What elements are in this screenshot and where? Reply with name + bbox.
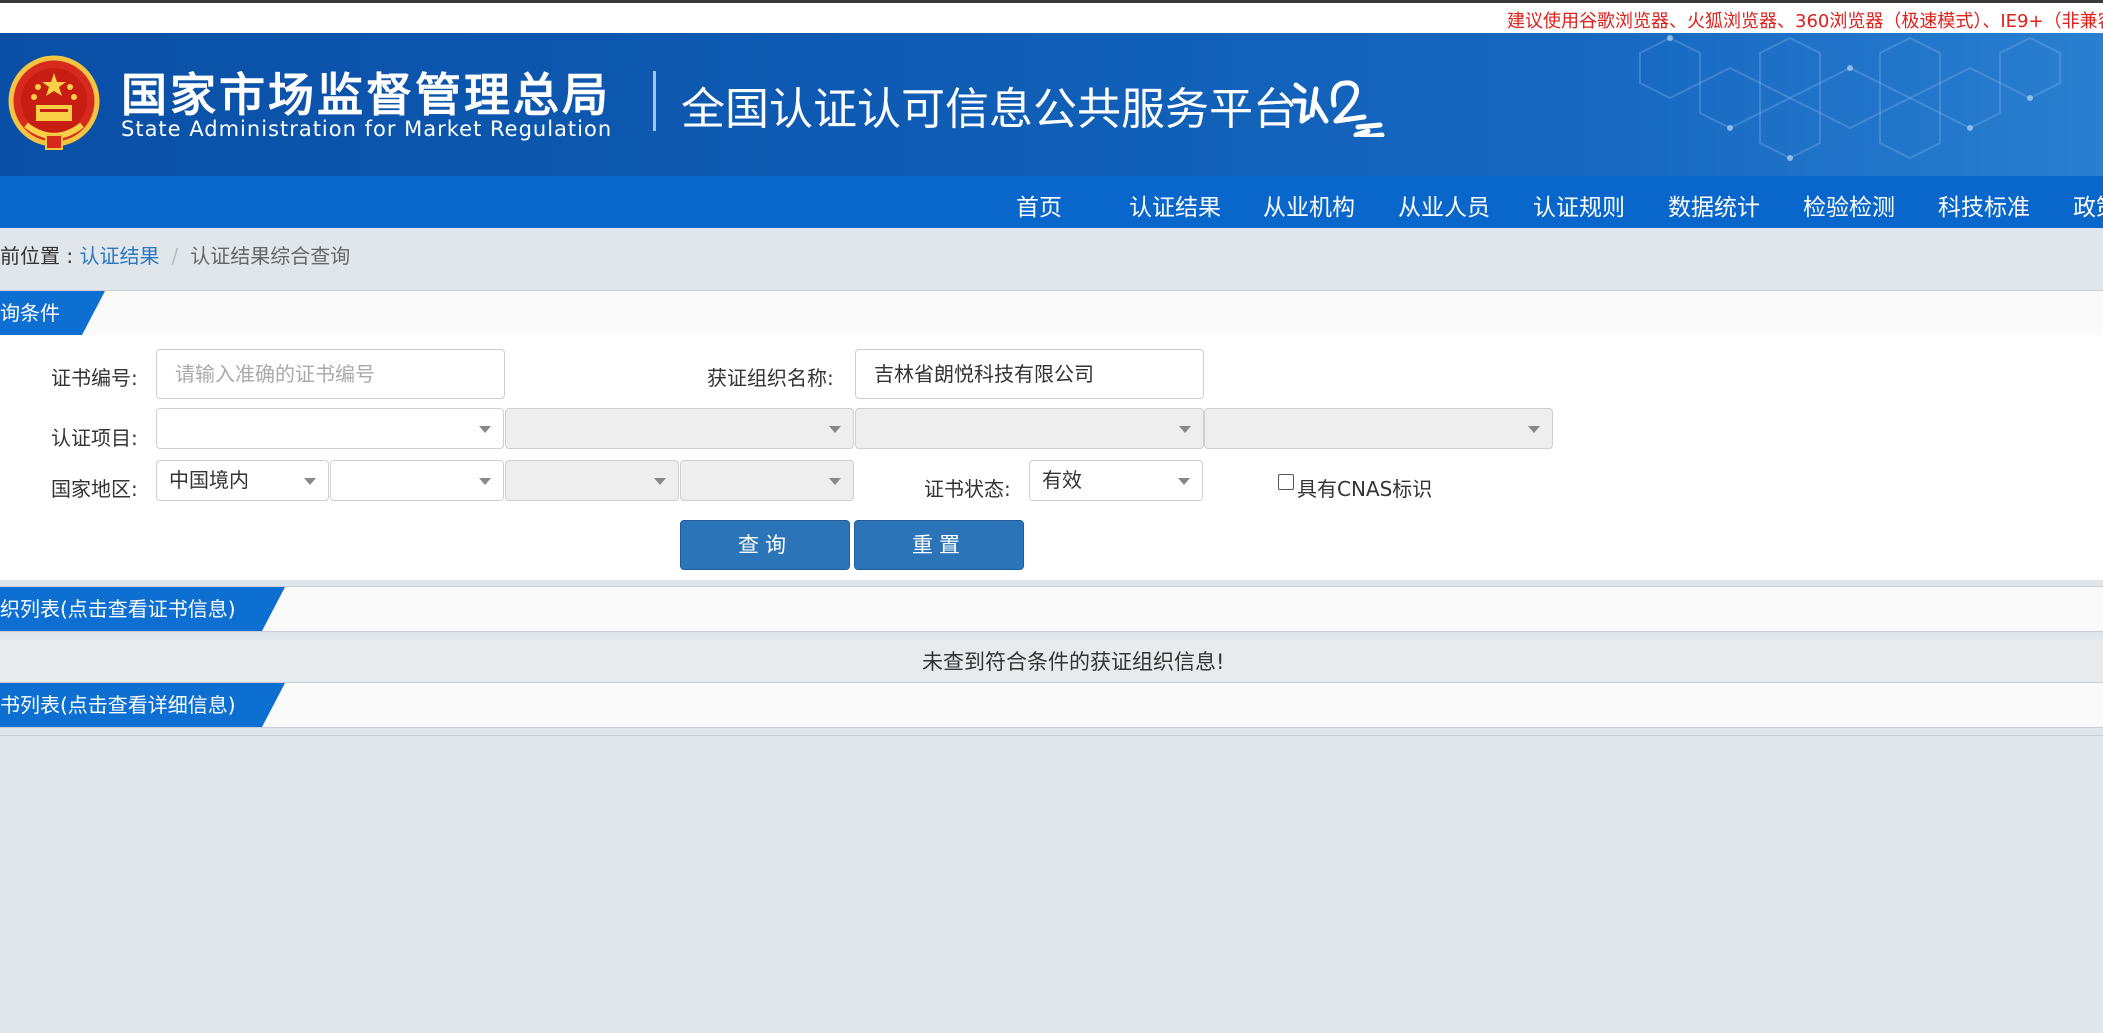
agency-name-en: State Administration for Market Regulati… (121, 117, 613, 141)
chevron-down-icon (1178, 478, 1190, 485)
status-label: 证书状态: (924, 477, 1011, 501)
nav-item-certification-results[interactable]: 认证结果 (1129, 188, 1221, 222)
project-select-2[interactable] (505, 408, 854, 449)
nav-item-institutions[interactable]: 从业机构 (1263, 188, 1355, 222)
cert-no-input[interactable] (156, 349, 505, 399)
region-select-district[interactable] (680, 460, 854, 501)
breadcrumb: 前位置 : 认证结果 / 认证结果综合查询 (0, 240, 350, 269)
chevron-down-icon (654, 478, 666, 485)
org-name-label: 获证组织名称: (707, 366, 834, 390)
chevron-down-icon (304, 478, 316, 485)
region-label: 国家地区: (51, 477, 138, 501)
region-select-city[interactable] (505, 460, 679, 501)
region-select-country[interactable]: 中国境内 (156, 460, 329, 501)
main-navigation: 首页 认证结果 从业机构 从业人员 认证规则 数据统计 检验检测 科技标准 政策 (0, 176, 2103, 228)
chevron-down-icon (479, 478, 491, 485)
header-divider (653, 71, 656, 131)
org-name-input[interactable]: 吉林省朗悦科技有限公司 (855, 349, 1204, 399)
nav-item-home[interactable]: 首页 (1016, 188, 1062, 222)
breadcrumb-prefix: 前位置 : (0, 244, 80, 268)
search-button[interactable]: 查询 (680, 520, 850, 570)
project-label: 认证项目: (51, 426, 138, 450)
cnas-label: 具有CNAS标识 (1297, 477, 1433, 501)
org-list-tag: 织列表(点击查看证书信息) (0, 587, 285, 631)
browser-notice-bar: 建议使用谷歌浏览器、火狐浏览器、360浏览器（极速模式）、IE9+（非兼容 (0, 3, 2103, 33)
national-emblem-icon (8, 55, 100, 150)
breadcrumb-separator: / (171, 244, 179, 268)
chevron-down-icon (829, 478, 841, 485)
org-list-empty-row: 未查到符合条件的获证组织信息! (0, 638, 2103, 683)
org-list-empty-message: 未查到符合条件的获证组织信息! (922, 650, 1225, 674)
reset-button[interactable]: 重置 (854, 520, 1024, 570)
cert-list-tag: 书列表(点击查看详细信息) (0, 683, 285, 727)
project-select-4[interactable] (1204, 408, 1553, 449)
cert-list-title: 书列表(点击查看详细信息) (0, 693, 236, 717)
nav-item-policy[interactable]: 政策 (2073, 188, 2103, 222)
chevron-down-icon (1179, 426, 1191, 433)
cert-no-label: 证书编号: (51, 366, 138, 390)
nav-item-certification-rules[interactable]: 认证规则 (1533, 188, 1625, 222)
cnas-checkbox[interactable] (1278, 474, 1294, 490)
chevron-down-icon (1528, 426, 1540, 433)
agency-name-cn: 国家市场监督管理总局 (121, 68, 611, 122)
nav-item-standards[interactable]: 科技标准 (1938, 188, 2030, 222)
query-section-title: 询条件 (0, 301, 60, 325)
site-header-banner: 国家市场监督管理总局 State Administration for Mark… (0, 33, 2103, 176)
query-section-header: 询条件 (0, 290, 2103, 336)
chevron-down-icon (479, 426, 491, 433)
breadcrumb-link-results[interactable]: 认证结果 (79, 244, 159, 268)
platform-title: 全国认证认可信息公共服务平台 (681, 84, 1297, 135)
breadcrumb-current: 认证结果综合查询 (190, 244, 351, 268)
org-list-title: 织列表(点击查看证书信息) (0, 597, 236, 621)
org-list-header: 织列表(点击查看证书信息) (0, 586, 2103, 632)
status-select[interactable]: 有效 (1029, 460, 1203, 501)
hexagon-pattern-decoration (1639, 35, 2061, 161)
query-section-tag: 询条件 (0, 291, 105, 335)
region-select-province[interactable] (330, 460, 504, 501)
cert-list-header: 书列表(点击查看详细信息) (0, 682, 2103, 728)
browser-notice-text: 建议使用谷歌浏览器、火狐浏览器、360浏览器（极速模式）、IE9+（非兼容 (1507, 11, 2103, 32)
project-select-3[interactable] (855, 408, 1204, 449)
project-select-1[interactable] (156, 408, 504, 449)
nav-item-statistics[interactable]: 数据统计 (1668, 188, 1760, 222)
cert-list-bottom-border (0, 735, 2103, 736)
nav-item-personnel[interactable]: 从业人员 (1398, 188, 1490, 222)
chevron-down-icon (829, 426, 841, 433)
nav-item-inspection-testing[interactable]: 检验检测 (1803, 188, 1895, 222)
renzheng-yun-logo (1291, 80, 1385, 137)
